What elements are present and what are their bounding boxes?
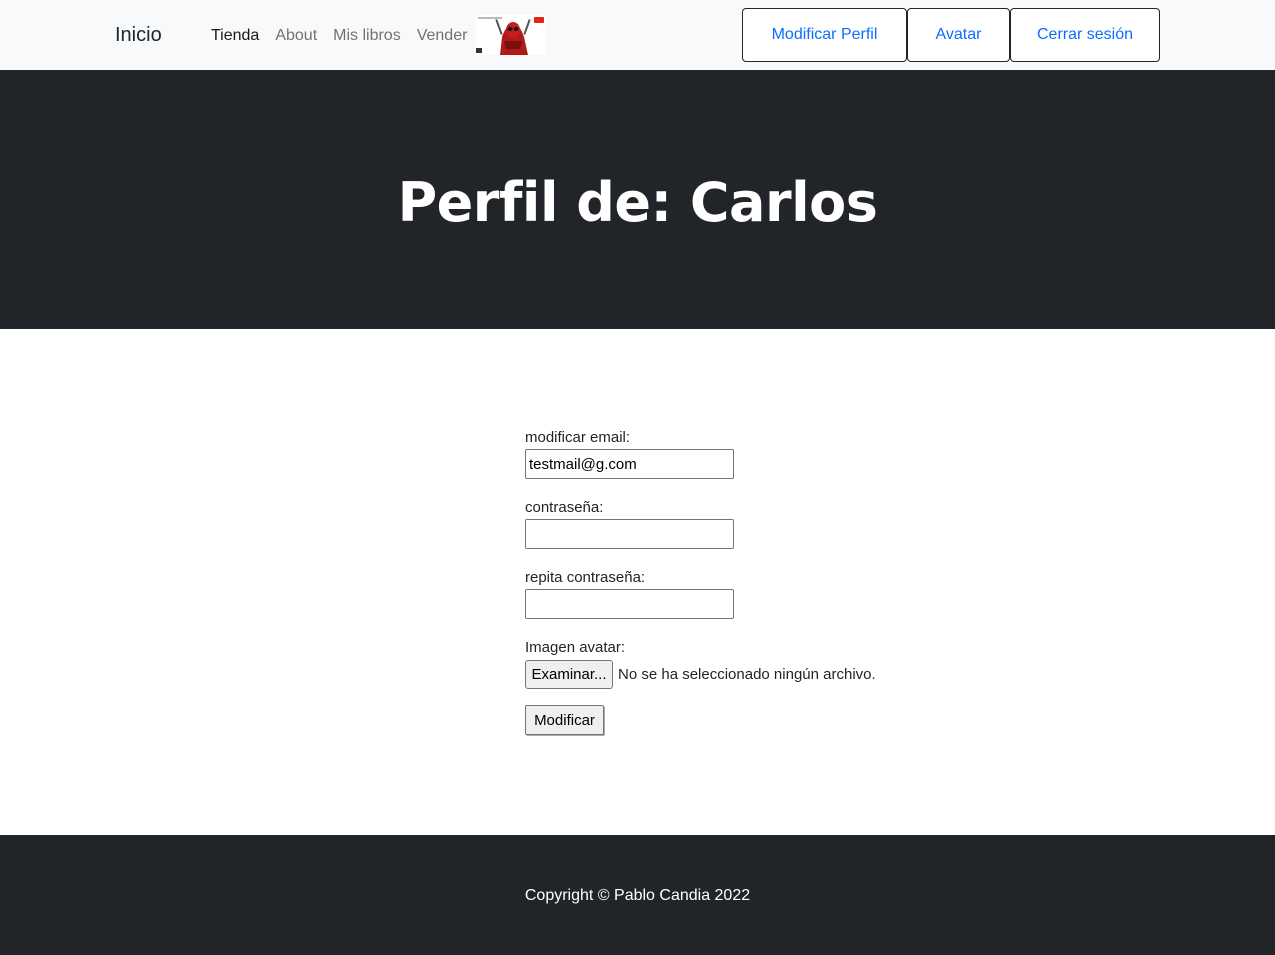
- avatar-button[interactable]: Avatar: [907, 8, 1010, 62]
- nav-link-about[interactable]: About: [275, 27, 317, 45]
- copyright-text: Copyright © Pablo Candia 2022: [524, 887, 751, 904]
- submit-button[interactable]: Modificar: [525, 705, 604, 735]
- logout-button[interactable]: Cerrar sesión: [1010, 8, 1160, 62]
- email-field[interactable]: [525, 449, 734, 479]
- modify-profile-button[interactable]: Modificar Perfil: [742, 8, 907, 62]
- navbar: Inicio Tienda About Mis libros Vender Mo…: [0, 0, 1275, 70]
- nav-link-tienda[interactable]: Tienda: [211, 27, 259, 45]
- footer: Copyright © Pablo Candia 2022: [0, 835, 1275, 955]
- page-title: Perfil de: Carlos: [397, 171, 878, 234]
- avatar-image-label: Imagen avatar:: [525, 639, 626, 656]
- file-status-text: No se ha seleccionado ningún archivo.: [618, 666, 876, 683]
- password-label: contraseña:: [525, 499, 604, 516]
- browse-file-button[interactable]: Examinar...: [525, 660, 613, 689]
- email-label: modificar email:: [525, 429, 631, 446]
- nav-link-mis-libros[interactable]: Mis libros: [333, 27, 401, 45]
- nav-links: Tienda About Mis libros Vender: [211, 27, 467, 45]
- password-repeat-field[interactable]: [525, 589, 734, 619]
- user-avatar-thumbnail: [476, 15, 546, 55]
- password-field[interactable]: [525, 519, 734, 549]
- password-repeat-label: repita contraseña:: [525, 569, 646, 586]
- brand-link[interactable]: Inicio: [115, 24, 162, 47]
- page-header: Perfil de: Carlos: [0, 70, 1275, 329]
- nav-link-vender[interactable]: Vender: [417, 27, 468, 45]
